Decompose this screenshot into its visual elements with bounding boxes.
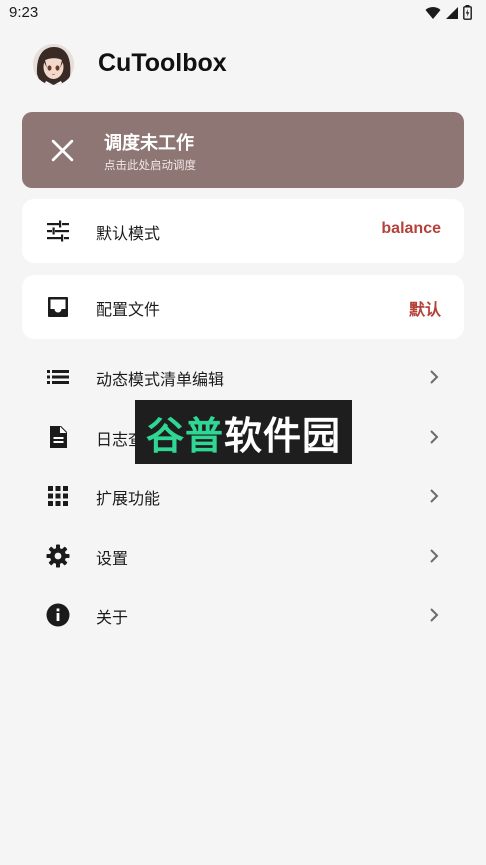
info-icon [46, 603, 70, 627]
banner-subtitle: 点击此处启动调度 [104, 158, 196, 172]
app-title: CuToolbox [98, 49, 227, 77]
menu-item-label: 动态模式清单编辑 [96, 370, 225, 389]
menu-item-extensions[interactable]: 扩展功能 [0, 470, 486, 522]
default-mode-value: balance [381, 220, 441, 237]
watermark-text: 谷普软件园 [146, 405, 341, 460]
chevron-right-icon [430, 608, 439, 622]
gear-icon [46, 544, 70, 568]
menu-item-dynamic-mode-list[interactable]: 动态模式清单编辑 [0, 351, 486, 403]
status-icons [425, 5, 472, 20]
chevron-right-icon [430, 430, 439, 444]
default-mode-label: 默认模式 [96, 224, 161, 243]
scheduler-status-banner[interactable]: 调度未工作 点击此处启动调度 [22, 112, 464, 188]
close-icon [51, 139, 74, 162]
config-file-label: 配置文件 [96, 300, 161, 319]
menu-item-label: 扩展功能 [96, 489, 161, 508]
watermark-logo: 谷普软件园 [135, 400, 352, 464]
app-header: CuToolbox [0, 40, 486, 88]
document-icon [50, 426, 67, 448]
status-bar: 9:23 [0, 0, 486, 28]
wifi-icon [425, 6, 441, 19]
config-file-value: 默认 [408, 300, 441, 319]
menu-item-label: 关于 [96, 608, 129, 627]
menu-item-about[interactable]: 关于 [0, 589, 486, 641]
config-file-card[interactable]: 配置文件 默认 [22, 275, 464, 339]
default-mode-card[interactable]: 默认模式 balance [22, 199, 464, 263]
chevron-right-icon [430, 549, 439, 563]
grid-apps-icon [48, 486, 68, 506]
banner-title: 调度未工作 [104, 133, 194, 154]
tune-sliders-icon [47, 220, 69, 242]
battery-icon [463, 5, 472, 20]
chevron-right-icon [430, 370, 439, 384]
menu-item-label: 设置 [96, 549, 129, 568]
chevron-right-icon [430, 489, 439, 503]
list-icon [47, 370, 69, 384]
watermark-text-green: 谷普 [145, 413, 224, 458]
signal-icon [446, 6, 458, 19]
status-time: 9:23 [9, 4, 39, 21]
avatar-anime-girl-icon [33, 44, 74, 85]
menu-item-settings[interactable]: 设置 [0, 530, 486, 582]
avatar[interactable] [33, 44, 74, 85]
inbox-tray-icon [48, 297, 68, 317]
watermark-text-white: 软件园 [224, 413, 342, 458]
